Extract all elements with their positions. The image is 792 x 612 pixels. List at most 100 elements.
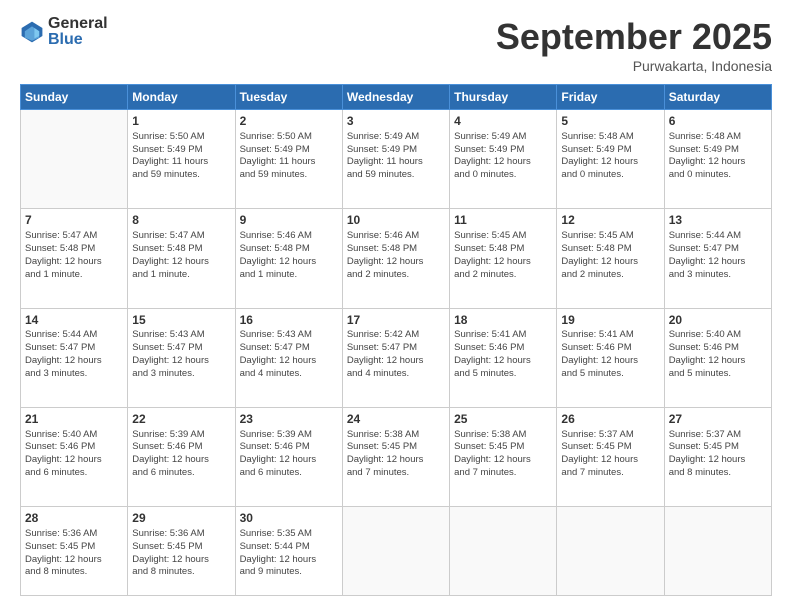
day-info: Sunrise: 5:38 AMSunset: 5:45 PMDaylight:…	[454, 429, 552, 480]
day-cell: 27Sunrise: 5:37 AMSunset: 5:45 PMDayligh…	[664, 407, 771, 506]
day-number: 29	[132, 510, 230, 527]
day-number: 23	[240, 411, 338, 428]
day-cell: 29Sunrise: 5:36 AMSunset: 5:45 PMDayligh…	[128, 507, 235, 596]
month-title: September 2025	[496, 16, 772, 58]
header: General Blue September 2025 Purwakarta, …	[20, 16, 772, 74]
calendar-table: Sunday Monday Tuesday Wednesday Thursday…	[20, 84, 772, 596]
day-info: Sunrise: 5:49 AMSunset: 5:49 PMDaylight:…	[454, 131, 552, 182]
day-info: Sunrise: 5:43 AMSunset: 5:47 PMDaylight:…	[132, 329, 230, 380]
day-info: Sunrise: 5:47 AMSunset: 5:48 PMDaylight:…	[25, 230, 123, 281]
logo: General Blue	[20, 16, 108, 48]
day-info: Sunrise: 5:47 AMSunset: 5:48 PMDaylight:…	[132, 230, 230, 281]
day-number: 28	[25, 510, 123, 527]
day-info: Sunrise: 5:49 AMSunset: 5:49 PMDaylight:…	[347, 131, 445, 182]
day-info: Sunrise: 5:35 AMSunset: 5:44 PMDaylight:…	[240, 528, 338, 579]
day-cell: 16Sunrise: 5:43 AMSunset: 5:47 PMDayligh…	[235, 308, 342, 407]
day-cell: 19Sunrise: 5:41 AMSunset: 5:46 PMDayligh…	[557, 308, 664, 407]
logo-blue-text: Blue	[48, 32, 108, 48]
day-cell: 6Sunrise: 5:48 AMSunset: 5:49 PMDaylight…	[664, 110, 771, 209]
subtitle: Purwakarta, Indonesia	[496, 58, 772, 74]
day-number: 7	[25, 212, 123, 229]
week-row-2: 7Sunrise: 5:47 AMSunset: 5:48 PMDaylight…	[21, 209, 772, 308]
day-cell	[557, 507, 664, 596]
week-row-3: 14Sunrise: 5:44 AMSunset: 5:47 PMDayligh…	[21, 308, 772, 407]
week-row-5: 28Sunrise: 5:36 AMSunset: 5:45 PMDayligh…	[21, 507, 772, 596]
day-number: 9	[240, 212, 338, 229]
day-cell: 7Sunrise: 5:47 AMSunset: 5:48 PMDaylight…	[21, 209, 128, 308]
day-info: Sunrise: 5:44 AMSunset: 5:47 PMDaylight:…	[669, 230, 767, 281]
day-cell: 4Sunrise: 5:49 AMSunset: 5:49 PMDaylight…	[450, 110, 557, 209]
col-wednesday: Wednesday	[342, 85, 449, 110]
header-row: Sunday Monday Tuesday Wednesday Thursday…	[21, 85, 772, 110]
day-cell: 1Sunrise: 5:50 AMSunset: 5:49 PMDaylight…	[128, 110, 235, 209]
day-number: 26	[561, 411, 659, 428]
day-info: Sunrise: 5:39 AMSunset: 5:46 PMDaylight:…	[132, 429, 230, 480]
day-number: 11	[454, 212, 552, 229]
day-number: 18	[454, 312, 552, 329]
day-cell: 10Sunrise: 5:46 AMSunset: 5:48 PMDayligh…	[342, 209, 449, 308]
day-cell: 14Sunrise: 5:44 AMSunset: 5:47 PMDayligh…	[21, 308, 128, 407]
day-info: Sunrise: 5:50 AMSunset: 5:49 PMDaylight:…	[240, 131, 338, 182]
day-cell	[450, 507, 557, 596]
day-cell: 15Sunrise: 5:43 AMSunset: 5:47 PMDayligh…	[128, 308, 235, 407]
day-info: Sunrise: 5:41 AMSunset: 5:46 PMDaylight:…	[454, 329, 552, 380]
day-info: Sunrise: 5:37 AMSunset: 5:45 PMDaylight:…	[669, 429, 767, 480]
col-tuesday: Tuesday	[235, 85, 342, 110]
day-cell: 11Sunrise: 5:45 AMSunset: 5:48 PMDayligh…	[450, 209, 557, 308]
day-info: Sunrise: 5:36 AMSunset: 5:45 PMDaylight:…	[132, 528, 230, 579]
day-cell: 30Sunrise: 5:35 AMSunset: 5:44 PMDayligh…	[235, 507, 342, 596]
day-number: 21	[25, 411, 123, 428]
day-cell	[664, 507, 771, 596]
day-info: Sunrise: 5:46 AMSunset: 5:48 PMDaylight:…	[347, 230, 445, 281]
page: General Blue September 2025 Purwakarta, …	[0, 0, 792, 612]
day-cell: 28Sunrise: 5:36 AMSunset: 5:45 PMDayligh…	[21, 507, 128, 596]
day-cell: 9Sunrise: 5:46 AMSunset: 5:48 PMDaylight…	[235, 209, 342, 308]
day-cell: 8Sunrise: 5:47 AMSunset: 5:48 PMDaylight…	[128, 209, 235, 308]
week-row-4: 21Sunrise: 5:40 AMSunset: 5:46 PMDayligh…	[21, 407, 772, 506]
day-cell: 17Sunrise: 5:42 AMSunset: 5:47 PMDayligh…	[342, 308, 449, 407]
day-info: Sunrise: 5:45 AMSunset: 5:48 PMDaylight:…	[561, 230, 659, 281]
logo-text: General Blue	[48, 16, 108, 48]
day-cell: 5Sunrise: 5:48 AMSunset: 5:49 PMDaylight…	[557, 110, 664, 209]
day-number: 17	[347, 312, 445, 329]
day-cell: 20Sunrise: 5:40 AMSunset: 5:46 PMDayligh…	[664, 308, 771, 407]
day-cell: 12Sunrise: 5:45 AMSunset: 5:48 PMDayligh…	[557, 209, 664, 308]
col-sunday: Sunday	[21, 85, 128, 110]
day-number: 10	[347, 212, 445, 229]
day-number: 3	[347, 113, 445, 130]
day-info: Sunrise: 5:48 AMSunset: 5:49 PMDaylight:…	[561, 131, 659, 182]
day-cell	[21, 110, 128, 209]
day-info: Sunrise: 5:38 AMSunset: 5:45 PMDaylight:…	[347, 429, 445, 480]
day-cell: 26Sunrise: 5:37 AMSunset: 5:45 PMDayligh…	[557, 407, 664, 506]
day-info: Sunrise: 5:45 AMSunset: 5:48 PMDaylight:…	[454, 230, 552, 281]
day-number: 5	[561, 113, 659, 130]
day-number: 8	[132, 212, 230, 229]
day-cell: 13Sunrise: 5:44 AMSunset: 5:47 PMDayligh…	[664, 209, 771, 308]
day-number: 24	[347, 411, 445, 428]
day-number: 6	[669, 113, 767, 130]
day-number: 12	[561, 212, 659, 229]
day-cell: 25Sunrise: 5:38 AMSunset: 5:45 PMDayligh…	[450, 407, 557, 506]
week-row-1: 1 Sunrise: 5:50 AMSunset: 5:49 PMDaylight…	[21, 110, 772, 209]
day-cell	[342, 507, 449, 596]
day-cell: 21Sunrise: 5:40 AMSunset: 5:46 PMDayligh…	[21, 407, 128, 506]
day-number: 2	[240, 113, 338, 130]
day-number: 15	[132, 312, 230, 329]
day-number: 22	[132, 411, 230, 428]
logo-general-text: General	[48, 16, 108, 32]
col-saturday: Saturday	[664, 85, 771, 110]
col-monday: Monday	[128, 85, 235, 110]
day-cell: 24Sunrise: 5:38 AMSunset: 5:45 PMDayligh…	[342, 407, 449, 506]
day-info: Sunrise: 5:44 AMSunset: 5:47 PMDaylight:…	[25, 329, 123, 380]
calendar-header: Sunday Monday Tuesday Wednesday Thursday…	[21, 85, 772, 110]
day-info: Sunrise: 5:40 AMSunset: 5:46 PMDaylight:…	[25, 429, 123, 480]
day-cell: 2Sunrise: 5:50 AMSunset: 5:49 PMDaylight…	[235, 110, 342, 209]
day-number: 1	[132, 113, 230, 130]
day-number: 30	[240, 510, 338, 527]
day-number: 16	[240, 312, 338, 329]
day-cell: 18Sunrise: 5:41 AMSunset: 5:46 PMDayligh…	[450, 308, 557, 407]
day-info: Sunrise: 5:39 AMSunset: 5:46 PMDaylight:…	[240, 429, 338, 480]
day-info: Sunrise: 5:36 AMSunset: 5:45 PMDaylight:…	[25, 528, 123, 579]
day-cell: 23Sunrise: 5:39 AMSunset: 5:46 PMDayligh…	[235, 407, 342, 506]
day-number: 19	[561, 312, 659, 329]
